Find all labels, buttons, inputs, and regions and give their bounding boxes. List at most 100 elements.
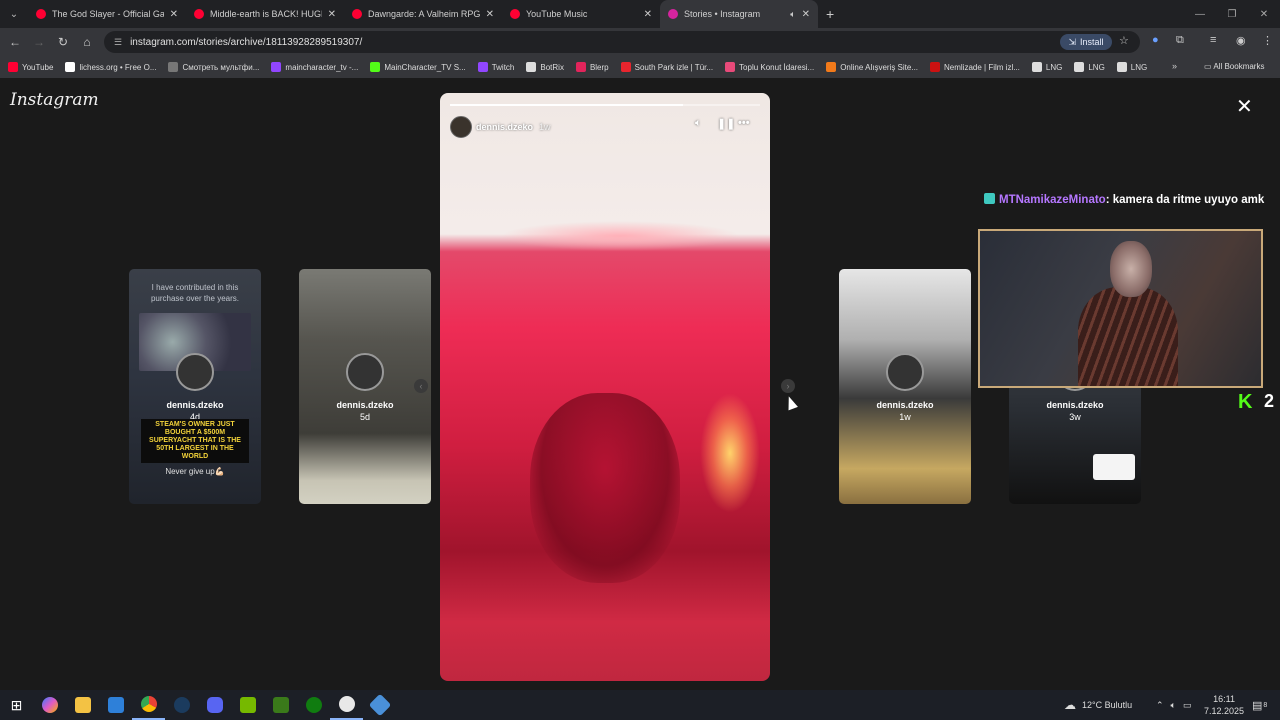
previous-story-button[interactable]: ‹ — [414, 379, 428, 393]
close-window-button[interactable]: ✕ — [1248, 9, 1280, 20]
browser-tab[interactable]: Middle-earth is BACK! HUGE La ✕ — [186, 0, 344, 28]
tab-favicon-icon — [510, 9, 520, 19]
story-preview-card[interactable]: I have contributed in this purchase over… — [129, 269, 261, 504]
close-tab-icon[interactable]: ✕ — [644, 9, 652, 20]
bookmark-label: Online Alışveriş Site... — [840, 62, 919, 72]
home-button[interactable]: ⌂ — [75, 35, 99, 49]
stories-viewer: Instagram ✕ I have contributed in this p… — [0, 78, 1280, 690]
back-button[interactable]: ← — [3, 35, 27, 49]
media-control-icon[interactable]: ≡ — [1210, 34, 1216, 46]
next-story-button[interactable]: › — [781, 379, 795, 393]
bookmark-favicon-icon — [725, 62, 736, 72]
discord-icon[interactable] — [198, 690, 231, 720]
bookmark-star-icon[interactable]: ☆ — [1119, 34, 1129, 47]
extension-icon[interactable]: ● — [1152, 34, 1159, 46]
copilot-icon[interactable] — [33, 690, 66, 720]
browser-tab[interactable]: YouTube Music ✕ — [502, 0, 660, 28]
close-tab-icon[interactable]: ✕ — [486, 9, 494, 20]
close-icon[interactable]: ✕ — [1236, 94, 1253, 119]
close-tab-icon[interactable]: ✕ — [170, 9, 178, 20]
extensions-puzzle-icon[interactable]: ⧉ — [1176, 34, 1184, 47]
nvidia-icon[interactable] — [231, 690, 264, 720]
bookmark-item[interactable]: MainCharacter_TV S... — [370, 62, 466, 72]
bookmark-item[interactable]: Twitch — [477, 62, 514, 72]
bookmark-item[interactable]: Blerp — [575, 62, 609, 72]
bookmark-item[interactable]: lichess.org • Free O... — [65, 62, 156, 72]
story-username[interactable]: dennis.dzeko — [476, 122, 533, 132]
address-bar[interactable]: ☰ instagram.com/stories/archive/18113928… — [104, 31, 1140, 53]
story-preview-card[interactable]: dennis.dzeko 5d — [299, 269, 431, 504]
card-headline: STEAM'S OWNER JUST BOUGHT A $500M SUPERY… — [141, 419, 249, 463]
geforce-icon[interactable] — [264, 690, 297, 720]
chrome-icon[interactable] — [132, 690, 165, 720]
story-header: dennis.dzeko 1w — [450, 116, 760, 138]
browser-menu-icon[interactable]: ⋮ — [1262, 34, 1273, 47]
chat-username: MTNamikazeMinato — [999, 194, 1106, 206]
maximize-button[interactable]: ❐ — [1216, 9, 1248, 20]
chat-badge-icon — [984, 193, 995, 204]
xbox-icon[interactable] — [297, 690, 330, 720]
close-tab-icon[interactable]: ✕ — [802, 9, 810, 20]
start-button[interactable]: ⊞ — [0, 690, 33, 720]
instagram-logo[interactable]: Instagram — [10, 90, 99, 110]
bookmark-favicon-icon — [575, 62, 586, 72]
story-highlight — [500, 221, 740, 251]
tab-audio-icon[interactable]: 🔈︎ — [790, 9, 795, 20]
app-icon[interactable] — [363, 690, 396, 720]
pause-icon[interactable]: ❚❚ — [717, 117, 735, 130]
bookmark-item[interactable]: LNG — [1074, 62, 1105, 72]
card-time: 5d — [359, 412, 370, 422]
site-info-icon[interactable]: ☰ — [114, 37, 122, 48]
bookmark-item[interactable]: South Park izle | Tür... — [620, 62, 713, 72]
all-bookmarks-button[interactable]: ▭ All Bookmarks — [1204, 62, 1264, 71]
network-icon[interactable]: ▭ — [1183, 700, 1192, 711]
browser-tab[interactable]: Stories • Instagram 🔈︎ ✕ — [660, 0, 818, 28]
tab-title: Stories • Instagram — [684, 9, 761, 19]
close-tab-icon[interactable]: ✕ — [328, 9, 336, 20]
new-tab-button[interactable]: + — [826, 6, 834, 22]
bookmark-favicon-icon — [8, 62, 18, 72]
install-icon: ⇲ — [1068, 36, 1077, 47]
bookmark-favicon-icon — [65, 62, 76, 72]
active-story[interactable]: dennis.dzeko 1w 🔈︎ ❚❚ ••• — [440, 93, 770, 681]
weather-widget[interactable]: ☁ 12°C Bulutlu — [1064, 690, 1132, 720]
story-subject — [530, 393, 680, 583]
profile-avatar[interactable]: ◉ — [1236, 34, 1246, 47]
browser-tab[interactable]: Dawngarde: A Valheim RPG | O ✕ — [344, 0, 502, 28]
bookmark-label: Nemlizade | Film izl... — [944, 62, 1020, 72]
bookmark-item[interactable]: Смотреть мультфи... — [168, 62, 259, 72]
bookmark-favicon-icon — [1116, 62, 1127, 72]
bookmark-label: MainCharacter_TV S... — [384, 62, 466, 72]
more-bookmarks-icon[interactable]: » — [1172, 61, 1177, 71]
story-preview-card[interactable]: dennis.dzeko 1w — [839, 269, 971, 504]
bookmark-item[interactable]: BotRix — [526, 62, 564, 72]
bookmark-item[interactable]: Nemlizade | Film izl... — [930, 62, 1020, 72]
bookmark-item[interactable]: YouTube — [8, 62, 53, 72]
bookmark-item[interactable]: LNG — [1031, 62, 1062, 72]
browser-tab[interactable]: The God Slayer - Official Gamep ✕ — [28, 0, 186, 28]
bookmark-item[interactable]: Online Alışveriş Site... — [826, 62, 918, 72]
notifications-button[interactable]: ▤ 8 — [1252, 690, 1267, 720]
file-explorer-icon[interactable] — [66, 690, 99, 720]
story-avatar[interactable] — [450, 116, 472, 138]
bookmark-item[interactable]: maincharacter_tv -... — [271, 62, 358, 72]
mail-icon[interactable] — [99, 690, 132, 720]
bookmark-item[interactable]: LNG — [1116, 62, 1147, 72]
tab-search-button[interactable]: ⌄ — [0, 0, 28, 28]
notification-icon: ▤ — [1252, 699, 1263, 712]
mute-icon[interactable]: 🔈︎ — [695, 117, 702, 130]
reload-button[interactable]: ↻ — [51, 35, 75, 49]
volume-icon[interactable]: 🔈︎ — [1171, 700, 1176, 711]
bookmark-item[interactable]: Toplu Konut İdaresi... — [725, 62, 814, 72]
install-app-button[interactable]: ⇲ Install — [1060, 34, 1112, 50]
avatar — [886, 353, 924, 391]
obs-icon[interactable] — [330, 690, 363, 720]
forward-button[interactable]: → — [27, 35, 51, 49]
card-top-text: I have contributed in this purchase over… — [150, 283, 240, 303]
bookmark-label: lichess.org • Free O... — [79, 62, 157, 72]
steam-icon[interactable] — [165, 690, 198, 720]
minimize-button[interactable]: — — [1184, 9, 1216, 20]
clock[interactable]: 16:11 7.12.2025 — [1204, 690, 1244, 720]
show-hidden-icon[interactable]: ⌃ — [1156, 700, 1164, 711]
more-options-icon[interactable]: ••• — [738, 117, 750, 129]
